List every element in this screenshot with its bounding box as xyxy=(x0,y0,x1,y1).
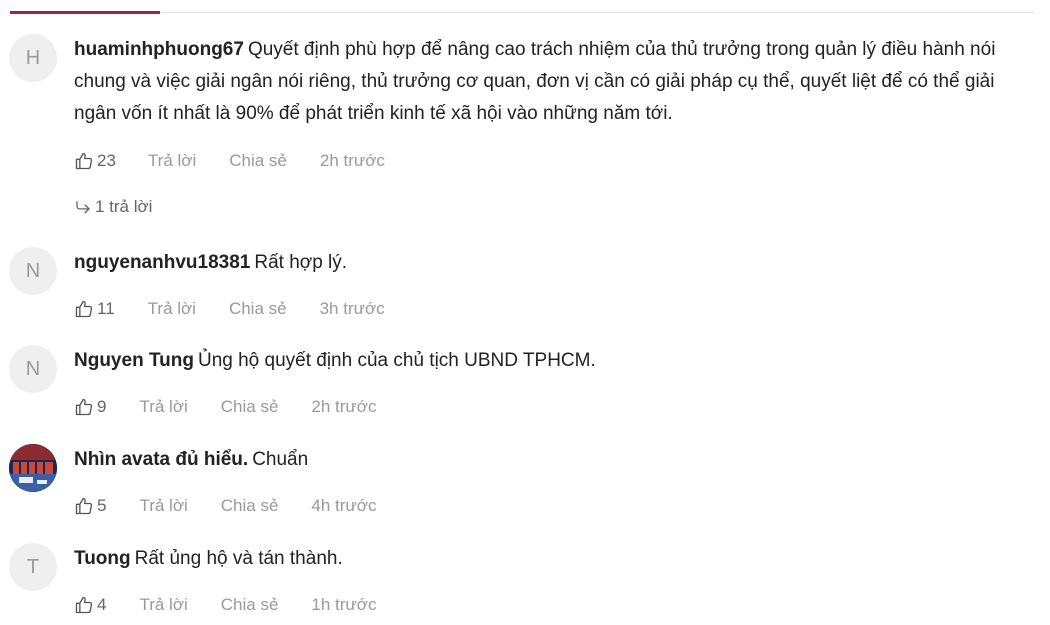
like-count: 23 xyxy=(97,151,116,170)
reply-arrow-icon xyxy=(76,201,90,214)
comment-actions: 5 Trả lời Chia sẻ 4h trước xyxy=(74,494,376,518)
like-count: 4 xyxy=(97,595,107,614)
avatar[interactable]: N xyxy=(9,345,57,393)
comment-text-block: Nhìn avata đủ hiểu. Chuẩn xyxy=(74,444,1039,476)
comment-author[interactable]: huaminhphuong67 xyxy=(74,39,244,60)
section-divider xyxy=(10,12,1034,13)
comment-time: 2h trước xyxy=(319,151,385,170)
share-button[interactable]: Chia sẻ xyxy=(221,595,279,615)
reply-button[interactable]: Trả lời xyxy=(139,595,187,615)
thumbs-up-icon xyxy=(75,596,93,614)
share-button[interactable]: Chia sẻ xyxy=(229,151,287,171)
comment-author[interactable]: Nguyen Tung xyxy=(74,350,194,371)
comment-time: 2h trước xyxy=(311,397,377,416)
share-button[interactable]: Chia sẻ xyxy=(221,397,279,417)
avatar[interactable] xyxy=(9,444,57,492)
comment-text-block: huaminhphuong67 Quyết định phù hợp để nân… xyxy=(74,34,1039,130)
replies-count-label: 1 trả lời xyxy=(95,197,153,216)
like-count: 5 xyxy=(97,496,107,515)
thumbs-up-icon xyxy=(75,300,93,318)
comment-time: 3h trước xyxy=(319,299,385,318)
comment-author[interactable]: Tuong xyxy=(74,548,131,569)
like-count: 9 xyxy=(97,397,107,416)
share-button[interactable]: Chia sẻ xyxy=(229,299,287,319)
comment-author[interactable]: Nhìn avata đủ hiểu. xyxy=(74,449,248,470)
thumbs-up-icon xyxy=(75,398,93,416)
like-button[interactable]: 9 xyxy=(74,397,106,417)
comment-text-block: Tuong Rất ủng hộ và tán thành. xyxy=(74,543,1039,575)
comment-text: Rất ủng hộ và tán thành. xyxy=(134,548,343,569)
share-button[interactable]: Chia sẻ xyxy=(221,496,279,516)
avatar[interactable]: H xyxy=(9,34,57,82)
like-button[interactable]: 4 xyxy=(74,595,106,615)
reply-button[interactable]: Trả lời xyxy=(139,496,187,516)
comment-time: 4h trước xyxy=(311,496,377,515)
avatar[interactable]: T xyxy=(9,543,57,591)
comment-text-block: Nguyen Tung Ủng hộ quyết định của chủ tịc… xyxy=(74,345,1039,377)
avatar-letter: N xyxy=(25,357,41,380)
comment-author[interactable]: nguyenanhvu18381 xyxy=(74,252,250,273)
like-button[interactable]: 5 xyxy=(74,496,106,516)
thumbs-up-icon xyxy=(75,152,93,170)
comment-actions: 4 Trả lời Chia sẻ 1h trước xyxy=(74,593,376,617)
avatar[interactable]: N xyxy=(9,247,57,295)
comment-actions: 23 Trả lời Chia sẻ 2h trước xyxy=(74,149,385,173)
like-count: 11 xyxy=(97,299,115,318)
avatar-photo xyxy=(9,444,57,492)
section-accent-bar xyxy=(10,11,160,14)
comment-actions: 9 Trả lời Chia sẻ 2h trước xyxy=(74,395,376,419)
avatar-letter: H xyxy=(25,46,41,69)
thumbs-up-icon xyxy=(75,497,93,515)
reply-button[interactable]: Trả lời xyxy=(148,151,196,171)
like-button[interactable]: 11 xyxy=(74,299,115,319)
comment-text: Chuẩn xyxy=(252,449,309,470)
comment-time: 1h trước xyxy=(311,595,377,614)
reply-button[interactable]: Trả lời xyxy=(148,299,196,319)
comment-text-block: nguyenanhvu18381 Rất hợp lý. xyxy=(74,247,1039,279)
avatar-letter: T xyxy=(26,555,40,578)
comment-actions: 11 Trả lời Chia sẻ 3h trước xyxy=(74,297,385,321)
like-button[interactable]: 23 xyxy=(74,151,116,171)
avatar-letter: N xyxy=(25,259,41,282)
reply-button[interactable]: Trả lời xyxy=(139,397,187,417)
comment-text: Rất hợp lý. xyxy=(254,252,348,273)
view-replies-link[interactable]: 1 trả lời xyxy=(74,197,152,217)
comment-text: Ủng hộ quyết định của chủ tịch UBND TPHC… xyxy=(197,350,596,371)
